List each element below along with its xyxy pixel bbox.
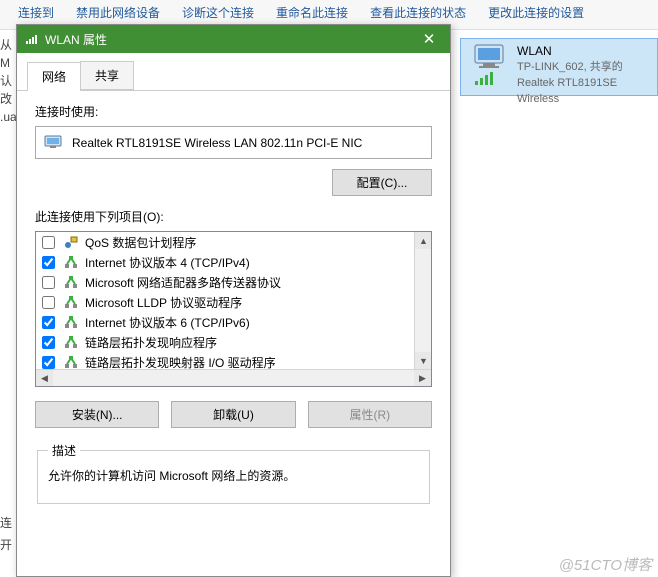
item-label: Internet 协议版本 6 (TCP/IPv6) [85,314,250,331]
watermark: @51CTO博客 [559,554,652,575]
list-item[interactable]: Microsoft LLDP 协议驱动程序 [36,292,414,312]
dialog-titlebar[interactable]: WLAN 属性 ✕ [17,25,450,53]
toolbar-diagnose[interactable]: 诊断这个连接 [182,4,254,21]
adapter-display-box: Realtek RTL8191SE Wireless LAN 802.11n P… [35,126,432,159]
list-item[interactable]: Internet 协议版本 4 (TCP/IPv4) [36,252,414,272]
configure-button[interactable]: 配置(C)... [332,169,432,196]
dialog-content: 连接时使用: Realtek RTL8191SE Wireless LAN 80… [17,91,450,576]
connect-using-label: 连接时使用: [35,103,432,120]
item-checkbox[interactable] [42,336,55,349]
items-label: 此连接使用下列项目(O): [35,208,432,225]
item-label: Microsoft LLDP 协议驱动程序 [85,294,242,311]
scrollbar-vertical[interactable]: ▲ ▼ [414,232,431,369]
install-button[interactable]: 安装(N)... [35,401,159,428]
adapter-device: Realtek RTL8191SE Wireless [517,75,651,107]
toolbar-status[interactable]: 查看此连接的状态 [370,4,466,21]
left-panel-fragment: 从 M 认 改 .ua [0,30,15,126]
close-icon: ✕ [423,30,436,48]
adapter-card-text: WLAN TP-LINK_602, 共享的 Realtek RTL8191SE … [517,43,651,91]
toolbar-rename[interactable]: 重命名此连接 [276,4,348,21]
toolbar-settings[interactable]: 更改此连接的设置 [488,4,584,21]
nic-icon [44,133,64,152]
item-label: QoS 数据包计划程序 [85,234,196,251]
list-item[interactable]: QoS 数据包计划程序 [36,232,414,252]
list-item[interactable]: Internet 协议版本 6 (TCP/IPv6) [36,312,414,332]
item-checkbox[interactable] [42,296,55,309]
description-text: 允许你的计算机访问 Microsoft 网络上的资源。 [48,467,419,485]
item-label: 链路层拓扑发现响应程序 [85,334,217,351]
list-item[interactable]: 链路层拓扑发现响应程序 [36,332,414,352]
protocol-icon [63,254,79,270]
protocol-icon [63,274,79,290]
protocol-icon [63,294,79,310]
item-label: Microsoft 网络适配器多路传送器协议 [85,274,281,291]
protocol-icon [63,354,79,369]
toolbar-connect[interactable]: 连接到 [18,4,54,21]
adapter-card-wlan[interactable]: WLAN TP-LINK_602, 共享的 Realtek RTL8191SE … [460,38,658,96]
protocol-icon [63,234,79,250]
item-checkbox[interactable] [42,356,55,369]
scroll-left-icon[interactable]: ◀ [36,370,53,387]
properties-button: 属性(R) [308,401,432,428]
item-label: Internet 协议版本 4 (TCP/IPv4) [85,254,250,271]
description-legend: 描述 [48,442,80,459]
components-listbox[interactable]: QoS 数据包计划程序 Internet 协议版本 4 (TCP/IPv4) Mic… [35,231,432,387]
toolbar-items: 连接到 禁用此网络设备 诊断这个连接 重命名此连接 查看此连接的状态 更改此连接… [18,4,584,21]
toolbar-disable[interactable]: 禁用此网络设备 [76,4,160,21]
item-checkbox[interactable] [42,236,55,249]
item-checkbox[interactable] [42,256,55,269]
tab-network[interactable]: 网络 [27,62,81,91]
scrollbar-horizontal[interactable]: ◀ ▶ [36,369,431,386]
protocol-icon [63,334,79,350]
list-item[interactable]: Microsoft 网络适配器多路传送器协议 [36,272,414,292]
tab-strip: 网络 共享 [17,53,450,91]
adapter-name: Realtek RTL8191SE Wireless LAN 802.11n P… [72,136,362,150]
left-panel-fragment-2: 连 开 [0,512,15,556]
scroll-right-icon[interactable]: ▶ [414,370,431,387]
wifi-icon [25,32,39,46]
dialog-title: WLAN 属性 [45,31,107,48]
adapter-ssid: TP-LINK_602, 共享的 [517,59,651,75]
close-button[interactable]: ✕ [408,25,450,53]
item-checkbox[interactable] [42,316,55,329]
list-item[interactable]: 链路层拓扑发现映射器 I/O 驱动程序 [36,352,414,369]
network-adapter-icon [467,43,511,91]
description-group: 描述 允许你的计算机访问 Microsoft 网络上的资源。 [35,442,432,504]
scroll-up-icon[interactable]: ▲ [415,232,432,249]
protocol-icon [63,314,79,330]
item-label: 链路层拓扑发现映射器 I/O 驱动程序 [85,354,276,370]
scroll-down-icon[interactable]: ▼ [415,352,432,369]
tab-sharing[interactable]: 共享 [80,61,134,90]
adapter-title: WLAN [517,43,651,59]
wlan-properties-dialog: WLAN 属性 ✕ 网络 共享 连接时使用: Realtek RTL8191SE… [16,24,451,577]
uninstall-button[interactable]: 卸载(U) [171,401,295,428]
item-checkbox[interactable] [42,276,55,289]
